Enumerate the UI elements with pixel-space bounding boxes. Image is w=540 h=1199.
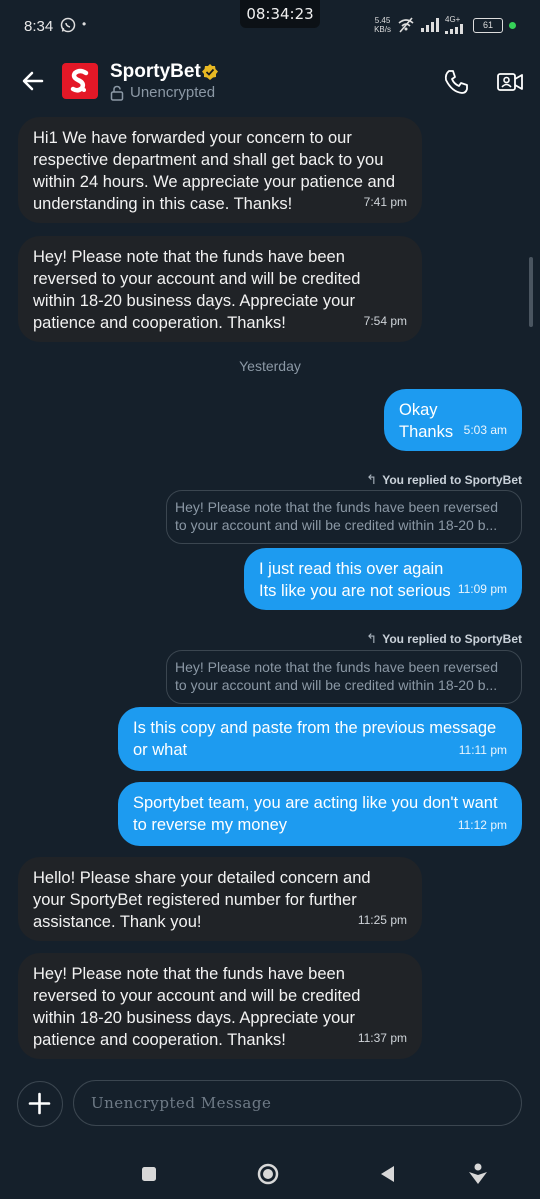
quote-line: to your account and will be credited wit… [175,517,498,533]
screen-clock: 08:34:23 [240,0,320,28]
scrollbar-thumb[interactable] [529,257,533,327]
reply-indicator: ↰ You replied to SportyBet [366,631,522,647]
add-attachment-button[interactable] [17,1081,63,1127]
quote-line: Hey! Please note that the funds have bee… [175,499,498,515]
home-icon[interactable] [256,1162,280,1186]
message-outgoing[interactable]: Okay Thanks 5:03 am [384,389,522,451]
signal-icon [421,18,439,32]
net-speed-value: 5.45 [374,16,391,25]
back-nav-icon[interactable] [376,1162,400,1186]
message-incoming[interactable]: Hey! Please note that the funds have bee… [18,953,422,1059]
system-navigation-bar [0,1148,540,1199]
message-composer [0,1078,540,1130]
date-separator: Yesterday [239,358,301,374]
privacy-dot-icon [509,21,516,29]
message-time: 7:54 pm [363,314,407,328]
reply-arrow-icon: ↰ [366,472,378,487]
message-text: Hi1 We have forwarded your concern to ou… [33,129,396,213]
message-text: Hey! Please note that the funds have bee… [33,965,361,1049]
lock-icon [110,85,124,101]
message-time: 11:11 pm [458,743,507,757]
quoted-message[interactable]: Hey! Please note that the funds have bee… [166,650,522,704]
message-text: Hey! Please note that the funds have bee… [33,248,361,332]
message-text: Sportybet team, you are acting like you … [133,794,498,834]
assistant-icon[interactable] [466,1162,490,1186]
contact-name[interactable]: SportyBet [110,61,201,83]
message-incoming[interactable]: Hi1 We have forwarded your concern to ou… [18,117,422,223]
net-speed-unit: KB/s [374,25,391,34]
signal-4g-icon [445,24,463,34]
chat-header: SportyBet Unencrypted [0,52,540,110]
back-arrow-icon[interactable] [18,66,48,96]
status-bar: 8:34 • 08:34:23 5.45 KB/s 4G+ 61 [0,0,540,52]
signal-4g: 4G+ [445,16,467,34]
message-time: 11:09 pm [457,582,507,596]
message-time: 5:03 am [463,423,507,437]
reply-label: You replied to SportyBet [382,632,522,646]
encryption-label: Unencrypted [130,84,216,101]
message-outgoing[interactable]: Is this copy and paste from the previous… [118,707,522,771]
encryption-status: Unencrypted [110,84,215,101]
network-type: 4G+ [445,15,461,24]
wifi-off-icon [398,17,414,33]
phone-icon[interactable] [442,68,470,96]
reply-indicator: ↰ You replied to SportyBet [366,472,522,488]
net-speed: 5.45 KB/s [374,16,391,34]
message-text: Hello! Please share your detailed concer… [33,869,371,931]
quoted-message[interactable]: Hey! Please note that the funds have bee… [166,490,522,544]
sportybet-logo-icon [70,68,89,93]
message-time: 7:41 pm [363,195,407,209]
verified-badge-icon [202,64,218,80]
message-input[interactable] [73,1080,522,1126]
message-outgoing[interactable]: I just read this over again Its like you… [244,548,522,610]
quote-line: Hey! Please note that the funds have bee… [175,659,498,675]
message-time: 11:12 pm [457,818,507,832]
reply-label: You replied to SportyBet [382,473,522,487]
battery-indicator: 61 [473,17,503,33]
plus-icon [28,1092,51,1115]
message-outgoing[interactable]: Sportybet team, you are acting like you … [118,782,522,846]
notification-dot-icon: • [82,17,87,31]
message-incoming[interactable]: Hello! Please share your detailed concer… [18,857,422,941]
quote-line: to your account and will be credited wit… [175,677,498,693]
reply-arrow-icon: ↰ [366,631,378,646]
message-time: 11:37 pm [357,1031,407,1045]
whatsapp-icon [60,17,76,33]
message-time: 11:25 pm [357,913,407,927]
video-camera-icon[interactable] [496,68,524,96]
status-indicators: 5.45 KB/s 4G+ 61 [374,16,516,34]
message-text: Is this copy and paste from the previous… [133,719,497,759]
status-time: 8:34 [24,18,54,35]
message-incoming[interactable]: Hey! Please note that the funds have bee… [18,236,422,342]
recent-apps-icon[interactable] [137,1162,161,1186]
sportybet-logo[interactable] [62,63,98,99]
